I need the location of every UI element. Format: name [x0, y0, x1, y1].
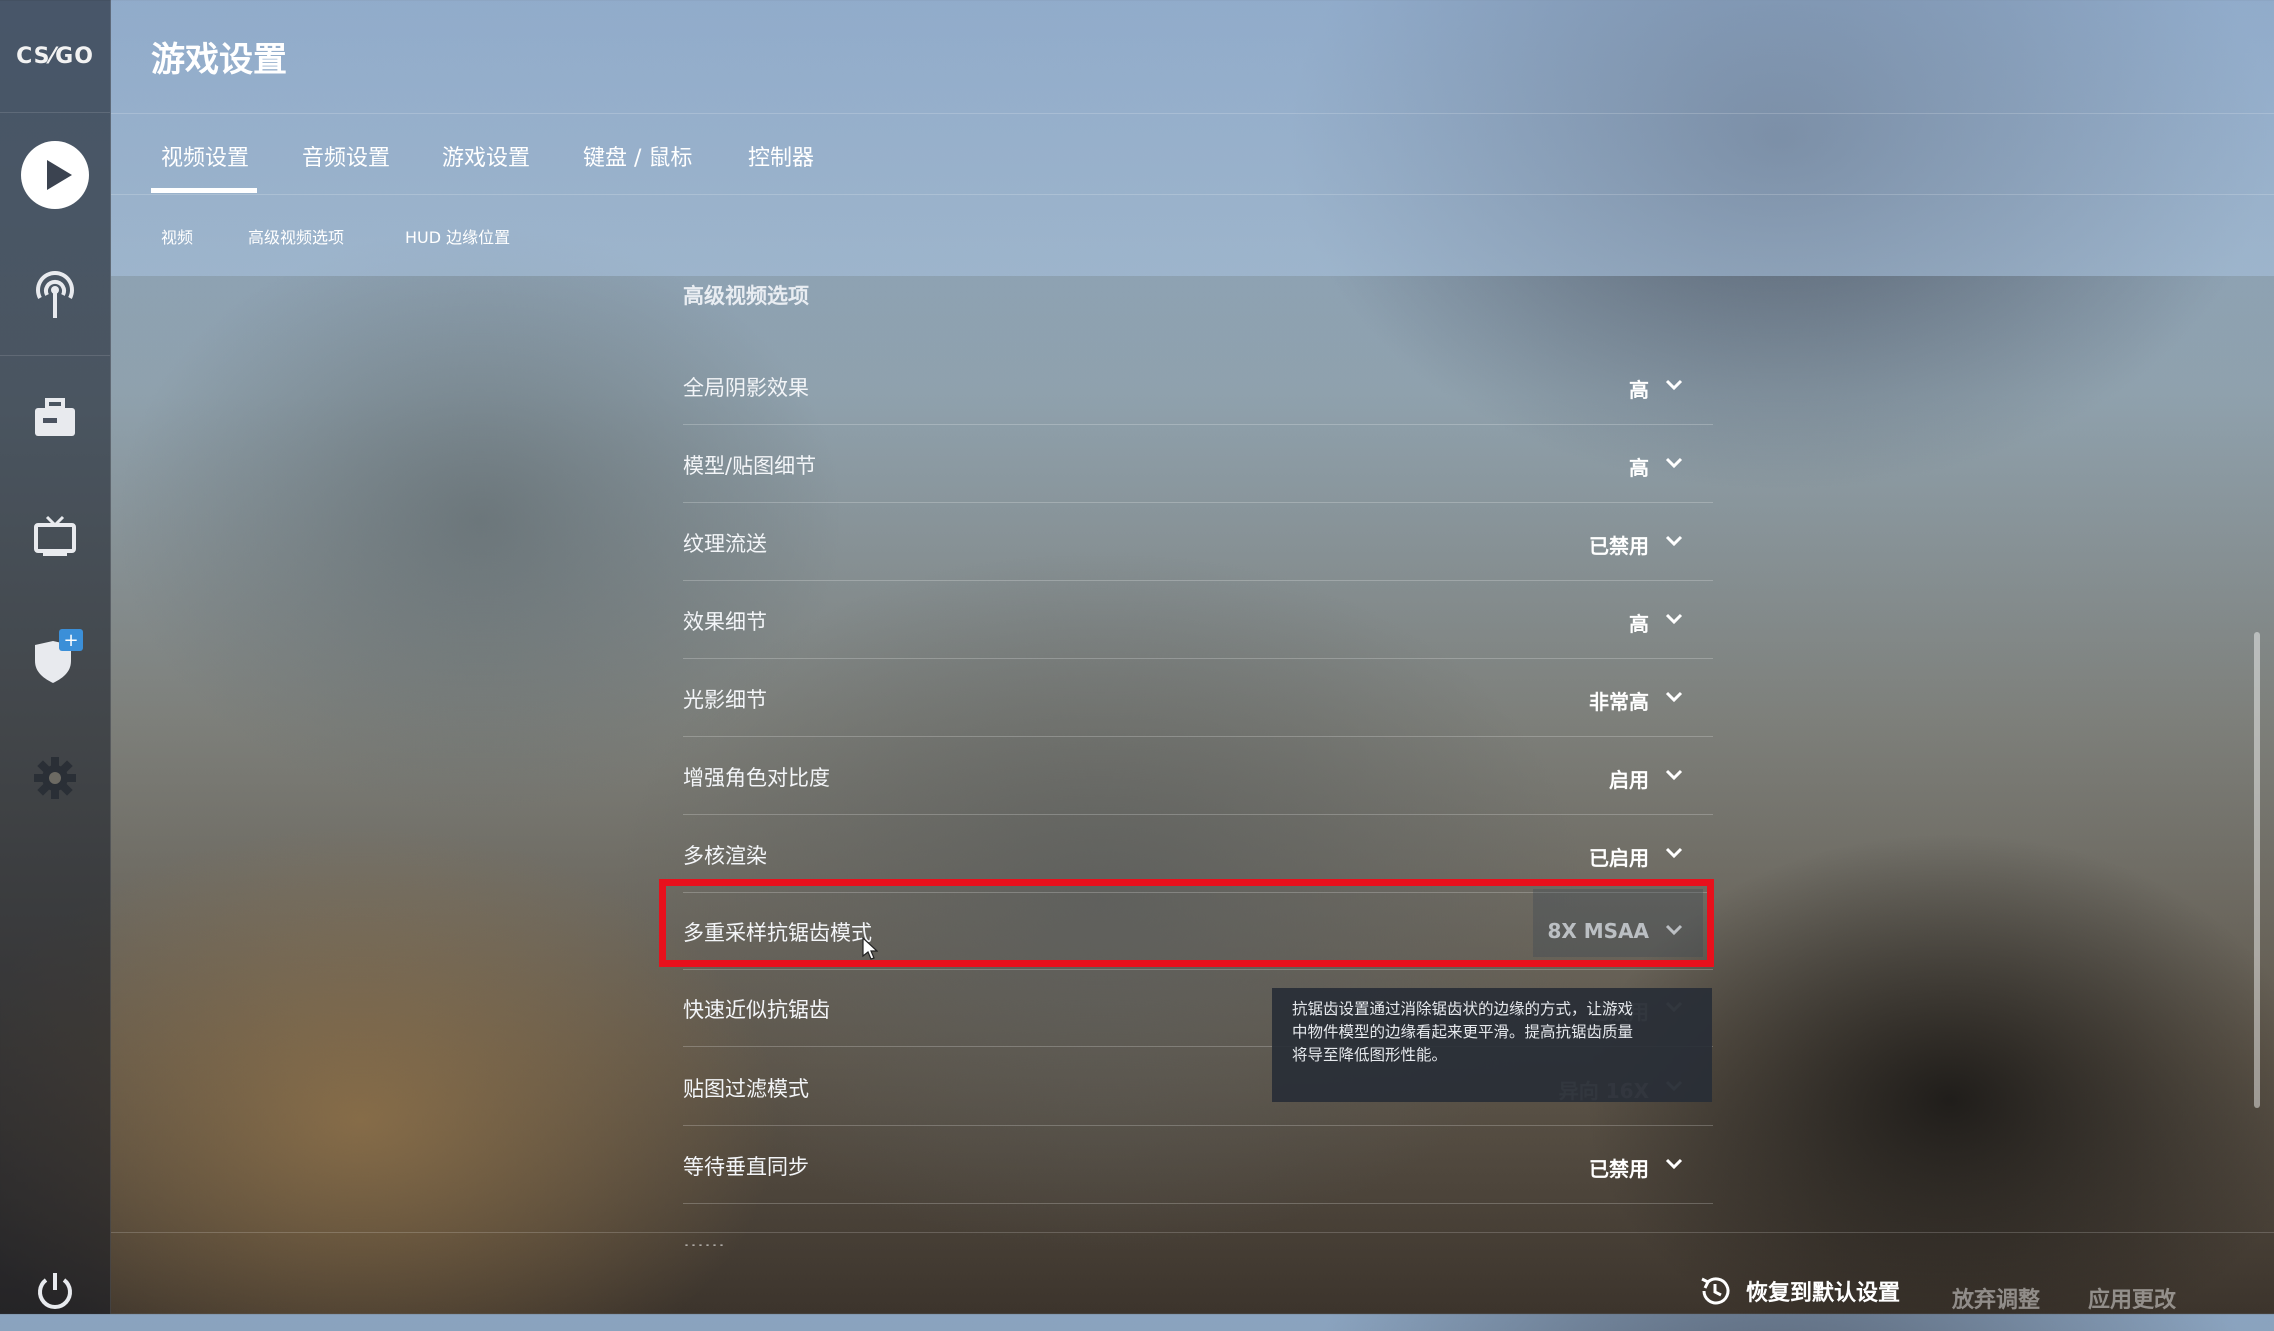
watch-broadcast-button[interactable]: [15, 255, 95, 335]
setting-label: 模型/贴图细节: [683, 454, 817, 478]
setting-row[interactable]: 增强角色对比度 启用: [683, 736, 1713, 815]
setting-label: 快速近似抗锯齿: [683, 998, 830, 1022]
chevron-down-icon[interactable]: [1663, 374, 1685, 396]
tooltip: 抗锯齿设置通过消除锯齿状的边缘的方式，让游戏 中物件模型的边缘看起来更平滑。提高…: [1272, 988, 1712, 1102]
tab-game-settings[interactable]: 游戏设置: [442, 140, 530, 172]
tab-audio-settings[interactable]: 音频设置: [302, 140, 390, 172]
active-tab-indicator: [151, 188, 257, 193]
power-icon: [38, 1273, 72, 1309]
setting-label: 等待垂直同步: [683, 1155, 809, 1179]
mouse-cursor-icon: [862, 937, 878, 960]
shield-icon: +: [35, 629, 83, 683]
highlight-box: [659, 879, 1714, 967]
settings-button[interactable]: [15, 738, 95, 818]
setting-label: 贴图过滤模式: [683, 1077, 809, 1101]
setting-label: 光影细节: [683, 688, 767, 712]
settings-gear-icon: [34, 757, 76, 799]
setting-label: 全局阴影效果: [683, 376, 809, 400]
broadcast-antenna-icon: [36, 271, 74, 318]
inventory-button[interactable]: [15, 378, 95, 458]
reset-defaults-label: 恢复到默认设置: [1746, 1281, 1901, 1306]
apply-changes-button[interactable]: 应用更改: [2088, 1282, 2176, 1314]
tv-button[interactable]: [15, 497, 95, 577]
setting-value-dropdown[interactable]: 高: [1629, 374, 1649, 403]
play-button[interactable]: [15, 135, 95, 215]
tv-icon: [34, 515, 76, 556]
setting-row[interactable]: 模型/贴图细节 高: [683, 424, 1713, 503]
tooltip-line: 抗锯齿设置通过消除锯齿状的边缘的方式，让游戏: [1292, 1000, 1634, 1018]
subtab-video[interactable]: 视频: [161, 224, 193, 248]
subtab-advanced-video[interactable]: 高级视频选项: [248, 224, 344, 248]
chevron-down-icon[interactable]: [1663, 530, 1685, 552]
subtab-hud-edge[interactable]: HUD 边缘位置: [405, 224, 510, 248]
play-icon: [21, 141, 89, 209]
page-title: 游戏设置: [151, 40, 287, 80]
chevron-down-icon[interactable]: [1663, 764, 1685, 786]
tab-controller[interactable]: 控制器: [748, 140, 814, 172]
tooltip-line: 将导至降低图形性能。: [1292, 1046, 1448, 1064]
badge-plus: +: [63, 630, 78, 651]
chevron-down-icon[interactable]: [1663, 1153, 1685, 1175]
chevron-down-icon[interactable]: [1663, 608, 1685, 630]
setting-row[interactable]: 等待垂直同步 已禁用: [683, 1125, 1713, 1204]
sidebar-divider: [0, 355, 110, 356]
header-divider: [111, 194, 2274, 195]
setting-label: 纹理流送: [683, 532, 767, 556]
csgo-logo: CS⁄GO: [16, 43, 94, 69]
setting-row[interactable]: 光影细节 非常高: [683, 658, 1713, 737]
setting-label: 增强角色对比度: [683, 766, 830, 790]
setting-row[interactable]: 效果细节 高: [683, 580, 1713, 659]
reset-defaults-button[interactable]: 恢复到默认设置: [1698, 1274, 1900, 1308]
quit-button[interactable]: [15, 1251, 95, 1331]
setting-label: 多核渲染: [683, 844, 767, 868]
tab-video-settings[interactable]: 视频设置: [161, 140, 249, 172]
sidebar: CS⁄GO +: [0, 0, 111, 1314]
setting-value-dropdown[interactable]: 已启用: [1589, 842, 1649, 871]
scrollbar[interactable]: [2254, 632, 2260, 1108]
tab-keyboard-mouse[interactable]: 键盘 / 鼠标: [583, 140, 692, 172]
setting-value-dropdown[interactable]: 高: [1629, 452, 1649, 481]
header-divider: [111, 113, 2274, 114]
chevron-down-icon[interactable]: [1663, 686, 1685, 708]
missions-button[interactable]: +: [15, 617, 95, 697]
briefcase-icon: [35, 398, 75, 436]
section-title: 高级视频选项: [683, 284, 809, 308]
history-reset-icon: [1701, 1277, 1730, 1305]
discard-changes-button[interactable]: 放弃调整: [1952, 1282, 2040, 1314]
chevron-down-icon[interactable]: [1663, 452, 1685, 474]
setting-value-dropdown[interactable]: 启用: [1609, 764, 1649, 793]
tooltip-line: 中物件模型的边缘看起来更平滑。提高抗锯齿质量: [1292, 1023, 1634, 1041]
setting-value-dropdown[interactable]: 高: [1629, 608, 1649, 637]
footer: [111, 1232, 2274, 1315]
setting-value-dropdown[interactable]: 已禁用: [1589, 1153, 1649, 1182]
setting-row[interactable]: 全局阴影效果 高: [683, 346, 1713, 425]
setting-value-dropdown[interactable]: 已禁用: [1589, 530, 1649, 559]
sidebar-divider: [0, 112, 110, 113]
setting-value-dropdown[interactable]: 非常高: [1589, 686, 1649, 715]
setting-row[interactable]: 纹理流送 已禁用: [683, 502, 1713, 581]
chevron-down-icon[interactable]: [1663, 842, 1685, 864]
setting-label: 效果细节: [683, 610, 767, 634]
